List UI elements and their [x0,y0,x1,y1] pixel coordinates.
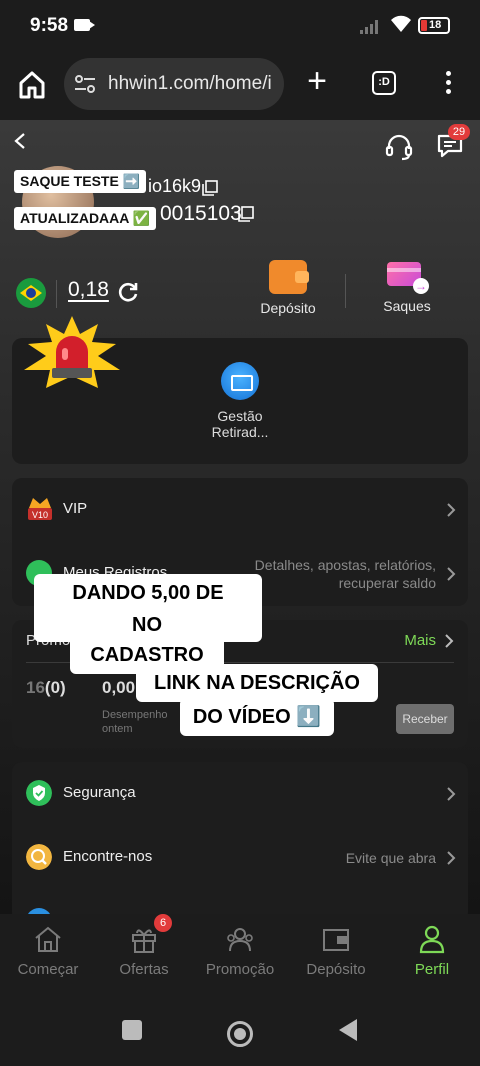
status-time: 9:58 [30,15,69,36]
brazil-flag-icon[interactable] [16,278,46,308]
siren-sticker-icon [24,316,120,388]
home-icon[interactable] [16,69,48,101]
copy-username-icon[interactable] [202,180,218,196]
nav-label: Promoção [205,961,275,978]
shield-icon [26,780,52,806]
svg-text:V10: V10 [32,510,48,520]
find-us-label: Encontre-nos [63,848,153,865]
records-subtitle: Detalhes, apostas, relatórios, recuperar… [254,557,436,591]
gift-icon [132,929,156,953]
recents-button[interactable] [122,1020,142,1040]
home-icon [35,926,61,952]
chevron-right-icon [447,567,456,581]
browser-menu-icon[interactable] [444,71,452,97]
signal-icon [360,20,378,34]
menu-item-next[interactable] [12,890,468,914]
profile-page: 29 io16k9 0015103 SAQUE TESTE ➡️ ATUALIZ… [0,120,480,914]
security-label: Segurança [63,784,136,801]
menu-item-vip[interactable]: V10 VIP [12,478,468,542]
bottom-nav: Começar 6 Ofertas Promoção Depósito Perf… [0,914,480,994]
android-nav-bar [0,994,480,1066]
withdraw-management-icon[interactable] [221,362,259,400]
back-icon[interactable] [12,132,28,150]
new-tab-button[interactable]: + [302,64,332,100]
overlay-link-line2: DO VÍDEO ⬇️ [180,698,334,736]
menu-item-find-us[interactable]: Encontre-nos Evite que abra [12,826,468,890]
promotion-caption: Desempenho ontem [102,709,168,735]
battery-level: 18 [429,19,442,31]
overlay-sticker-atualizada: ATUALIZADAAA ✅ [14,207,157,230]
nav-label: Começar [17,961,79,978]
promotion-value: 0,00 [102,678,136,697]
receive-button[interactable]: Receber [396,704,454,734]
chevron-right-icon [447,851,456,865]
chevron-right-icon [447,787,456,801]
back-button[interactable] [339,1019,357,1041]
nav-item-deposito[interactable]: Depósito [288,914,384,994]
nav-label: Ofertas [119,961,169,978]
divider [345,274,346,308]
vip-crown-icon: V10 [28,498,52,520]
wallet-icon [269,260,309,294]
menu-item-security[interactable]: Segurança [12,762,468,826]
find-us-subtitle: Evite que abra [345,850,436,866]
user-id: 0015103 [160,202,242,225]
overlay-sticker-saque: SAQUE TESTE ➡️ [14,170,147,193]
promotion-more-link[interactable]: Mais [404,632,436,649]
gestao-label[interactable]: Gestão Retirad... [180,408,300,440]
headset-icon[interactable] [384,132,414,162]
messages-badge: 29 [448,124,470,140]
tab-switcher-button[interactable]: :D [372,71,396,95]
chevron-right-icon[interactable] [444,633,454,649]
people-icon [227,928,253,952]
screen-record-icon [74,19,95,31]
browser-toolbar: hhwin1.com/home/i + :D [0,52,480,120]
person-icon [419,925,445,954]
wallet-icon [323,929,349,951]
deposit-button[interactable]: Depósito [238,260,338,316]
nav-item-ofertas[interactable]: 6 Ofertas [96,914,192,994]
divider [56,280,57,308]
nav-item-promocao[interactable]: Promoção [192,914,288,994]
refresh-balance-icon[interactable] [116,280,140,304]
address-bar[interactable]: hhwin1.com/home/i [64,58,284,110]
overlay-link-line1: LINK NA DESCRIÇÃO [136,664,378,702]
vip-label: VIP [63,500,88,517]
battery-icon: 18 [418,17,450,34]
promotion-count: 16(0) [26,678,66,697]
menu-section-2: Segurança Encontre-nos Evite que abra [12,762,468,914]
balance-value: 0,18 [68,278,109,301]
nav-item-comecar[interactable]: Começar [0,914,96,994]
status-bar: 9:58 18 [0,0,480,52]
nav-item-perfil[interactable]: Perfil [384,914,480,994]
wifi-icon [391,15,411,32]
username: io16k9 [148,176,202,196]
home-button[interactable] [227,1021,253,1047]
copy-id-icon[interactable] [238,206,254,222]
withdraw-button[interactable]: → Saques [357,260,457,314]
site-settings-icon[interactable] [74,74,96,94]
url-text: hhwin1.com/home/i [108,73,272,94]
chevron-right-icon [447,503,456,517]
nav-label: Depósito [306,961,366,978]
offers-badge: 6 [154,914,172,932]
find-us-icon [26,844,52,870]
card-transfer-icon: → [387,262,429,294]
withdraw-label: Saques [383,298,431,314]
deposit-label: Depósito [260,300,316,316]
nav-label: Perfil [414,961,450,978]
